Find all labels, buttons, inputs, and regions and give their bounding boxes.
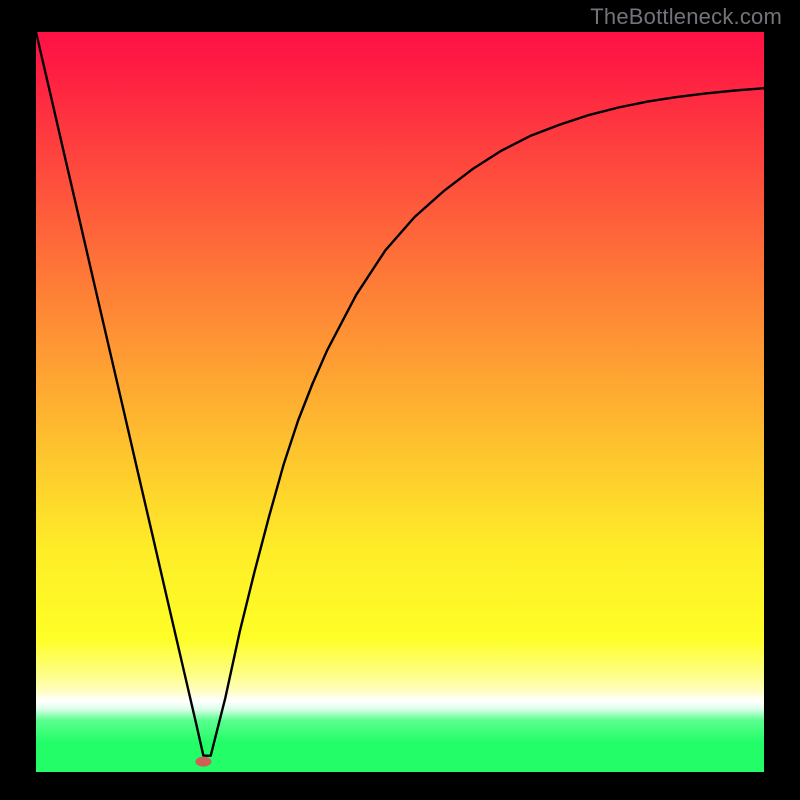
plot-background [36,32,764,772]
chart-container: TheBottleneck.com [0,0,800,800]
bottleneck-chart [0,0,800,800]
minimum-marker [195,757,211,767]
